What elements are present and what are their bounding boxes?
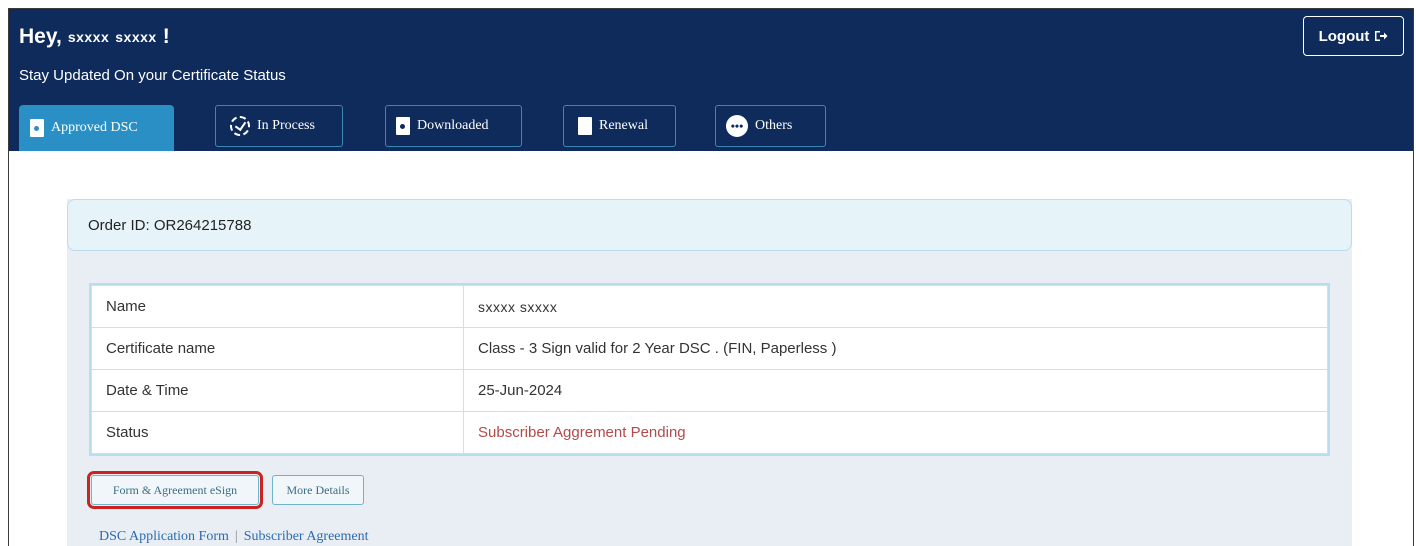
app-frame: Hey, sxxxx sxxxx ! Stay Updated On your … xyxy=(8,8,1414,546)
table-row: Date & Time 25-Jun-2024 xyxy=(91,369,1328,412)
order-id: Order ID: OR264215788 xyxy=(88,216,252,234)
tab-label: Approved DSC xyxy=(51,120,138,135)
logout-button[interactable]: Logout xyxy=(1303,16,1404,56)
detail-key: Date & Time xyxy=(91,369,464,412)
detail-key: Certificate name xyxy=(91,327,464,370)
more-icon: ••• xyxy=(726,115,748,137)
logout-label: Logout xyxy=(1318,27,1370,45)
document-icon xyxy=(396,117,410,135)
status-value: Subscriber Aggrement Pending xyxy=(463,411,1328,454)
page-subtitle: Stay Updated On your Certificate Status xyxy=(19,67,286,84)
detail-key: Name xyxy=(91,285,464,328)
more-details-button[interactable]: More Details xyxy=(272,475,364,505)
table-row: Certificate name Class - 3 Sign valid fo… xyxy=(91,327,1328,370)
table-row: Name sxxxx sxxxx xyxy=(91,285,1328,328)
logout-icon xyxy=(1375,31,1388,41)
tab-label: Others xyxy=(755,118,793,133)
tab-label: Renewal xyxy=(599,118,648,133)
tab-label: Downloaded xyxy=(417,118,489,133)
user-first-name: sxxxx xyxy=(67,29,110,45)
order-id-bar: Order ID: OR264215788 xyxy=(67,199,1352,251)
document-icon xyxy=(30,119,44,137)
order-details-table: Name sxxxx sxxxx Certificate name Class … xyxy=(89,283,1330,456)
order-card: Order ID: OR264215788 Name sxxxx sxxxx C… xyxy=(67,199,1352,546)
tab-renewal[interactable]: Renewal xyxy=(563,105,676,147)
link-separator: | xyxy=(234,529,238,544)
detail-value: Class - 3 Sign valid for 2 Year DSC . (F… xyxy=(463,327,1328,370)
dsc-application-form-link[interactable]: DSC Application Form xyxy=(99,529,229,545)
page-header: Hey, sxxxx sxxxx ! Stay Updated On your … xyxy=(9,9,1413,151)
document-links: DSC Application Form | Subscriber Agreem… xyxy=(99,529,369,545)
tab-approved-dsc[interactable]: Approved DSC xyxy=(19,105,174,151)
greeting: Hey, sxxxx sxxxx ! xyxy=(19,25,170,49)
greeting-text: Hey, xyxy=(19,25,62,48)
page-icon xyxy=(578,117,592,135)
detail-value: 25-Jun-2024 xyxy=(463,369,1328,412)
main-content: Order ID: OR264215788 Name sxxxx sxxxx C… xyxy=(9,151,1413,546)
tab-downloaded[interactable]: Downloaded xyxy=(385,105,522,147)
progress-icon xyxy=(230,116,250,136)
user-last-name: sxxxx xyxy=(115,29,157,45)
detail-value: sxxxx sxxxx xyxy=(463,285,1328,328)
table-row: Status Subscriber Aggrement Pending xyxy=(91,411,1328,454)
tab-in-process[interactable]: In Process xyxy=(215,105,343,147)
detail-key: Status xyxy=(91,411,464,454)
form-agreement-esign-button[interactable]: Form & Agreement eSign xyxy=(87,471,263,509)
subscriber-agreement-link[interactable]: Subscriber Agreement xyxy=(244,529,369,545)
tab-label: In Process xyxy=(257,118,315,133)
greeting-exclaim: ! xyxy=(162,25,170,48)
tab-others[interactable]: ••• Others xyxy=(715,105,826,147)
